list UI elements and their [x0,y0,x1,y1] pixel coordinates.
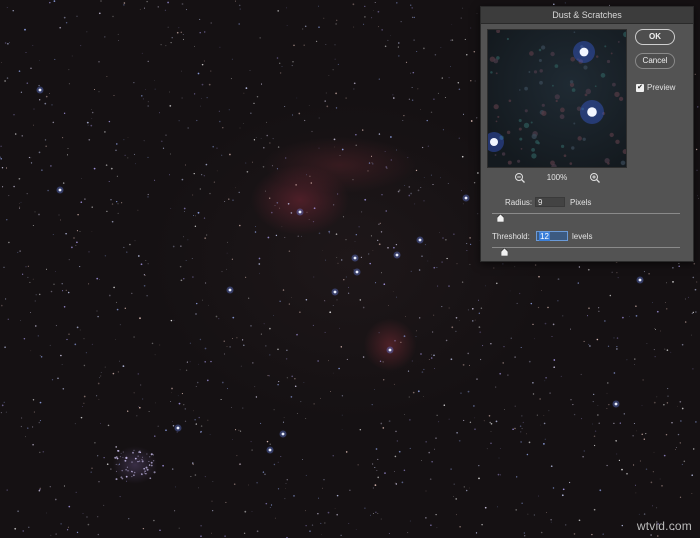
checkmark-icon[interactable]: ✔ [636,83,644,92]
zoom-in-icon[interactable] [589,172,601,184]
ok-button[interactable]: OK [635,29,675,45]
slider-thumb-icon[interactable] [497,214,504,222]
threshold-value: 12 [539,232,550,241]
preview-image [488,30,626,167]
slider-thumb-icon[interactable] [501,248,508,256]
threshold-slider-track[interactable] [492,247,680,248]
radius-label: Radius: [505,198,533,207]
threshold-unit: levels [572,232,593,241]
radius-input[interactable]: 9 [535,197,565,207]
radius-unit: Pixels [570,198,592,207]
dialog-title[interactable]: Dust & Scratches [481,7,693,24]
filter-preview-window[interactable] [487,29,627,168]
radius-slider-track[interactable] [492,213,680,214]
cancel-button[interactable]: Cancel [635,53,675,69]
preview-toggle[interactable]: ✔ Preview [636,83,675,92]
watermark: wtvid.com [636,519,692,533]
zoom-controls: 100% [487,172,625,184]
zoom-level: 100% [546,173,568,182]
preview-label: Preview [647,83,676,92]
zoom-out-icon[interactable] [514,172,526,184]
threshold-label: Threshold: [492,232,530,241]
threshold-input[interactable]: 12 [536,231,568,241]
dust-and-scratches-dialog: Dust & Scratches OK Cancel ✔ Preview 100… [480,6,694,262]
